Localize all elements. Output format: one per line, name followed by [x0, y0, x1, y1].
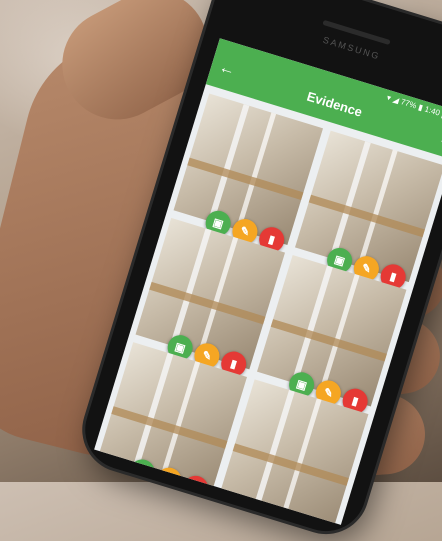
photo-content	[160, 361, 201, 480]
photo-card[interactable]: ▣ ✎ ▮	[173, 93, 324, 256]
photo-content	[149, 282, 266, 325]
photo-content	[236, 112, 277, 231]
photo-content	[111, 406, 228, 449]
photo-content	[308, 194, 425, 238]
signal-icon: ◢	[391, 94, 401, 106]
battery-level: 77%	[399, 97, 418, 111]
photo-content	[187, 157, 304, 201]
clock: 1:40 p.m.	[423, 104, 442, 122]
photo-content	[198, 236, 239, 356]
photo-content	[270, 319, 387, 362]
photo-card[interactable]: ▣ ✎ ▮	[294, 130, 442, 293]
edit-icon[interactable]: ✎	[153, 464, 185, 496]
delete-icon[interactable]: ▮	[180, 472, 212, 504]
photo-content	[319, 274, 361, 393]
photo-content	[357, 149, 399, 268]
photo-content	[281, 398, 323, 517]
image-icon[interactable]: ▣	[126, 456, 158, 488]
photo-content	[232, 443, 349, 486]
